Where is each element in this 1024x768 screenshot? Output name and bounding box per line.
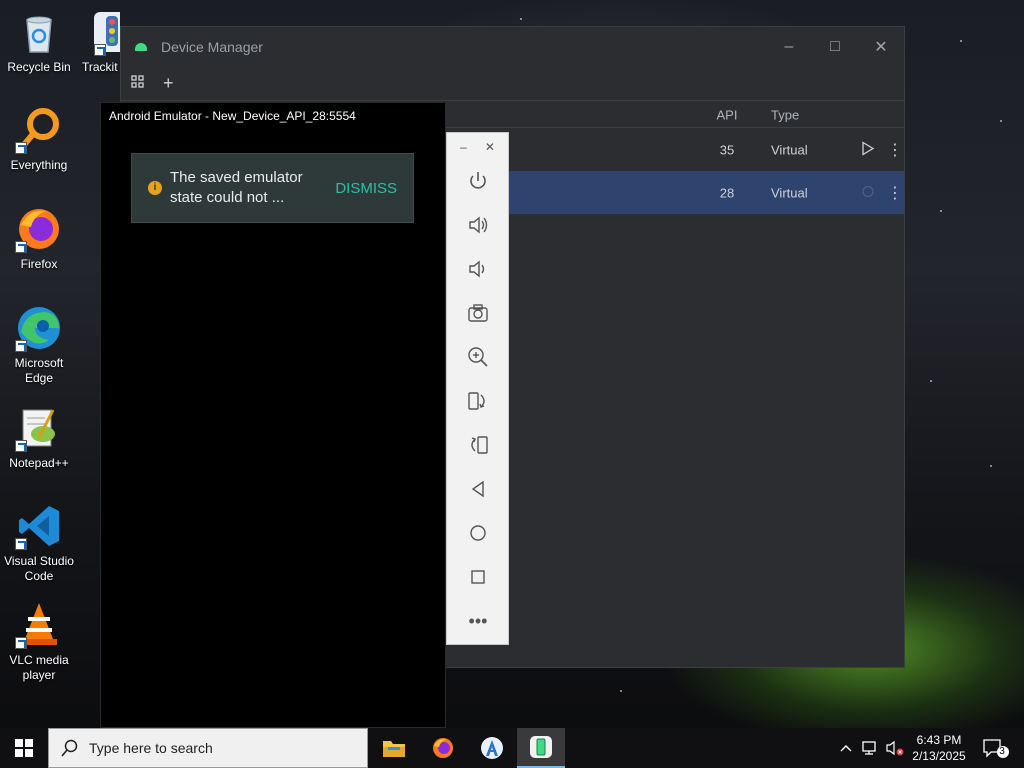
firefox-icon (433, 738, 453, 758)
maximize-button[interactable]: □ (812, 27, 858, 67)
home-icon[interactable] (464, 519, 492, 547)
trackit-icon (94, 8, 120, 56)
more-options-icon[interactable]: ⋮ (887, 183, 903, 203)
notification-center[interactable]: 3 (978, 728, 1014, 768)
desktop-icon-label: Everything (10, 158, 68, 172)
desktop-icon-trackit[interactable]: Trackit (80, 8, 120, 75)
desktop-icon-vlc[interactable]: VLC media player (0, 601, 79, 683)
windows-icon (15, 739, 33, 757)
desktop-icon-label: VLC media player (9, 653, 69, 682)
close-emulator-button[interactable]: ✕ (485, 140, 495, 161)
taskbar: Type here to search 6:43 PM 2/13/2025 3 (0, 728, 1024, 768)
minimize-button[interactable]: – (766, 27, 812, 67)
power-icon[interactable] (464, 167, 492, 195)
desktop-icon-label: Notepad++ (9, 456, 69, 470)
recycle-bin-icon (15, 8, 63, 56)
zoom-icon[interactable] (464, 343, 492, 371)
search-placeholder: Type here to search (89, 740, 213, 756)
toast-message: The saved emulator state could not ... (170, 169, 303, 206)
emulator-side-toolbar: – ✕ ••• (446, 132, 509, 645)
device-type: Virtual (771, 185, 808, 200)
vlc-icon (15, 601, 63, 649)
add-device-button[interactable]: + (163, 73, 174, 94)
firefox-icon (15, 205, 63, 253)
dismiss-button[interactable]: DISMISS (335, 180, 397, 197)
desktop-icon-notepadpp[interactable]: Notepad++ (0, 404, 79, 471)
device-api: 28 (719, 185, 735, 200)
taskbar-file-explorer[interactable] (370, 728, 418, 768)
volume-up-icon[interactable] (464, 211, 492, 239)
device-grid-icon[interactable] (131, 73, 145, 94)
clock-time: 6:43 PM (916, 733, 962, 747)
info-icon: i (148, 181, 162, 195)
minimize-emulator-button[interactable]: – (460, 140, 467, 161)
taskbar-firefox[interactable] (419, 728, 467, 768)
rotate-right-icon[interactable] (464, 431, 492, 459)
desktop-icon-vscode[interactable]: Visual Studio Code (0, 502, 79, 584)
desktop-icon-everything[interactable]: Everything (0, 106, 79, 173)
android-studio-icon (135, 43, 147, 51)
folder-icon (383, 741, 405, 757)
more-options-icon[interactable]: ⋮ (887, 140, 903, 160)
more-icon[interactable]: ••• (464, 607, 492, 635)
vscode-icon (15, 502, 63, 550)
emulator-window: Android Emulator - New_Device_API_28:555… (100, 102, 446, 728)
camera-icon[interactable] (464, 299, 492, 327)
network-status[interactable] (860, 728, 882, 768)
taskbar-clock[interactable]: 6:43 PM 2/13/2025 (906, 732, 972, 764)
emulator-title[interactable]: Android Emulator - New_Device_API_28:555… (101, 103, 445, 129)
close-button[interactable]: ✕ (858, 27, 904, 67)
desktop-icon-label: Microsoft Edge (14, 356, 64, 385)
network-icon (862, 741, 876, 755)
back-icon[interactable] (464, 475, 492, 503)
device-api: 35 (719, 142, 735, 157)
notepadpp-icon (15, 404, 63, 452)
notification-badge: 3 (999, 746, 1005, 757)
desktop-icon-microsoft-edge[interactable]: Microsoft Edge (0, 304, 79, 386)
show-hidden-icons[interactable] (836, 728, 856, 768)
chevron-up-icon (840, 745, 852, 752)
device-manager-toolbar: + (121, 67, 904, 101)
window-title: Device Manager (161, 39, 263, 55)
desktop-icon-label: Trackit (82, 60, 118, 74)
desktop-icon-firefox[interactable]: Firefox (0, 205, 79, 272)
edge-icon (15, 304, 63, 352)
emulator-icon (530, 736, 552, 758)
taskbar-android-studio[interactable] (468, 728, 516, 768)
volume-muted-icon (886, 740, 904, 756)
shortcut-arrow-icon (15, 538, 27, 550)
android-studio-icon (481, 737, 503, 759)
shortcut-arrow-icon (15, 440, 27, 452)
volume-status[interactable] (884, 728, 906, 768)
overview-icon[interactable] (464, 563, 492, 591)
device-type: Virtual (771, 142, 808, 157)
play-icon[interactable] (861, 140, 875, 158)
shortcut-arrow-icon (15, 241, 27, 253)
clock-date: 2/13/2025 (912, 749, 966, 763)
column-header-api[interactable]: API (709, 107, 745, 122)
shortcut-arrow-icon (15, 637, 27, 649)
desktop-icon-label: Recycle Bin (7, 60, 71, 74)
shortcut-arrow-icon (15, 142, 27, 154)
desktop-icon-label: Firefox (20, 257, 58, 271)
shortcut-arrow-icon (94, 44, 106, 56)
rotate-left-icon[interactable] (464, 387, 492, 415)
desktop-icon-label: Visual Studio Code (4, 554, 74, 583)
volume-down-icon[interactable] (464, 255, 492, 283)
shortcut-arrow-icon (15, 340, 27, 352)
toast-notification: i The saved emulator state could not ...… (131, 153, 414, 223)
taskbar-emulator[interactable] (517, 728, 565, 768)
everything-icon (15, 106, 63, 154)
search-icon (61, 739, 78, 757)
start-button[interactable] (0, 728, 48, 768)
column-header-type[interactable]: Type (771, 107, 799, 122)
stop-icon[interactable] (861, 184, 875, 201)
desktop-icon-recycle-bin[interactable]: Recycle Bin (0, 8, 79, 75)
taskbar-search[interactable]: Type here to search (48, 728, 368, 768)
